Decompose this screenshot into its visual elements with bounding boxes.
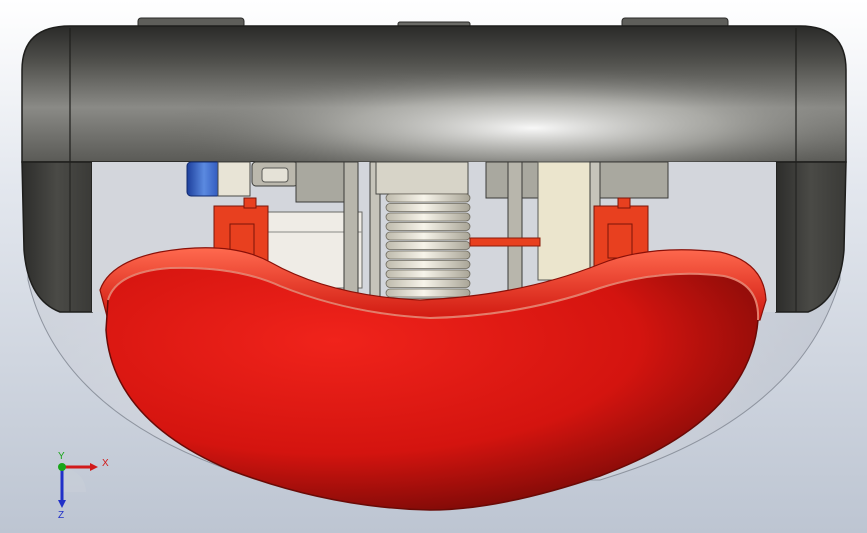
bolt-inner: [261, 167, 289, 183]
clamp-block-left: [295, 161, 345, 203]
screw-thread: [385, 193, 471, 203]
housing-highlight: [22, 26, 846, 162]
y-axis-dot: [58, 463, 66, 471]
y-axis-label: Y: [58, 451, 65, 462]
screw-thread: [385, 269, 471, 279]
screw-thread: [385, 241, 471, 250]
screw-thread: [385, 203, 471, 212]
connector-blue: [186, 161, 222, 197]
screw-thread: [385, 231, 471, 241]
coordinate-triad: X Y Z: [58, 451, 109, 520]
screw-thread: [385, 222, 471, 231]
3d-viewport[interactable]: X Y Z: [0, 0, 867, 533]
screw-thread: [385, 260, 471, 269]
guide-rod-left: [343, 161, 359, 301]
screw-thread: [385, 250, 471, 260]
guide-rod-right: [507, 161, 523, 301]
cad-model[interactable]: [0, 0, 867, 533]
red-rail: [469, 237, 541, 247]
connector-body: [217, 161, 251, 197]
screw-thread: [385, 279, 471, 288]
z-axis-label: Z: [58, 510, 64, 520]
screw-thread: [385, 288, 471, 298]
triad-backdrop: [62, 468, 86, 492]
screw-thread: [385, 212, 471, 222]
screw-nut: [375, 161, 469, 195]
z-axis-arrow: [58, 500, 66, 508]
cream-plate: [537, 161, 591, 281]
x-axis-arrow: [90, 463, 98, 471]
x-axis-label: X: [102, 458, 109, 469]
